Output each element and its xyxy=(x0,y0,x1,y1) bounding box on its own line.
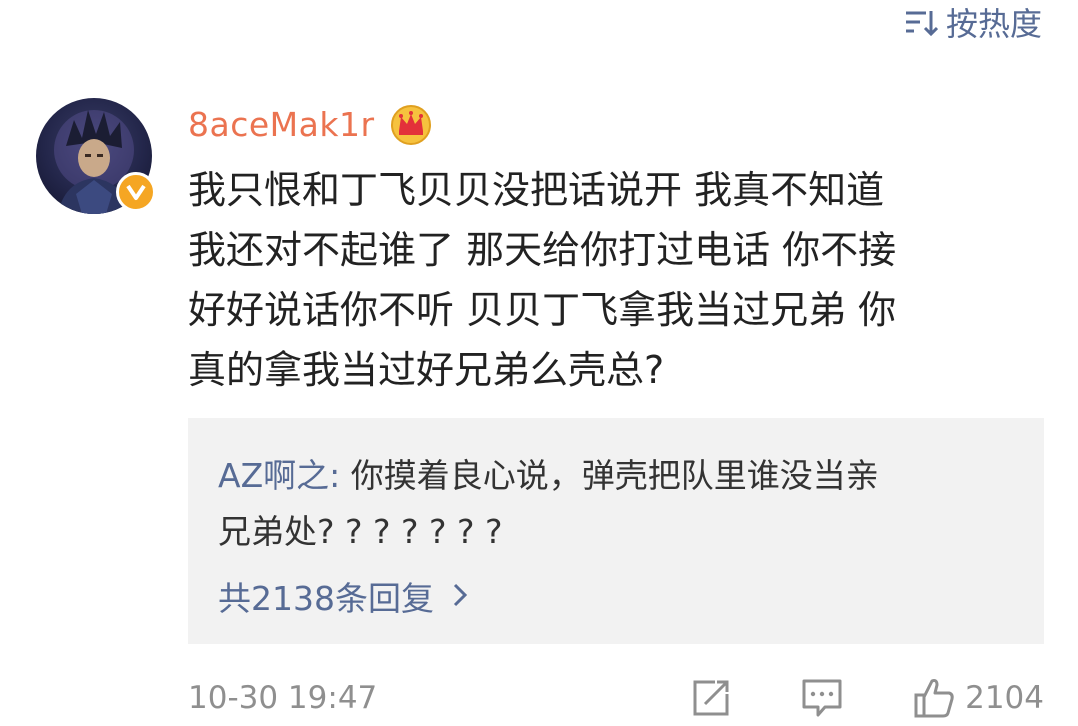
crown-icon[interactable] xyxy=(389,103,433,145)
comment-footer: 10-30 19:47 2104 xyxy=(188,670,1044,726)
sort-label: 按热度 xyxy=(945,5,1042,43)
reply-button[interactable] xyxy=(801,678,843,718)
thumbs-up-icon xyxy=(913,677,955,719)
reply-author[interactable]: AZ啊之: xyxy=(218,456,340,495)
verified-v-badge-icon xyxy=(116,172,156,212)
sort-by-popularity-button[interactable]: 按热度 xyxy=(904,0,1042,44)
share-icon xyxy=(691,678,731,718)
share-button[interactable] xyxy=(691,678,731,718)
comment-icon xyxy=(801,678,843,718)
reply-preview[interactable]: AZ啊之: 你摸着良心说，弹壳把队里谁没当亲 兄弟处? ? ? ? ? ? ? … xyxy=(188,418,1044,644)
comment-actions: 2104 xyxy=(691,677,1044,719)
timestamp: 10-30 19:47 xyxy=(188,680,378,716)
like-count: 2104 xyxy=(965,680,1044,716)
user-avatar-container[interactable] xyxy=(36,98,156,214)
view-all-replies-link[interactable]: 共2138条回复 xyxy=(218,568,468,624)
chevron-right-icon xyxy=(452,577,468,616)
comment-page: 按热度 8aceMak1r 我只恨和丁飞贝贝没把话说开 我真不知道 我还对不起谁… xyxy=(0,0,1078,726)
comment-header: 8aceMak1r xyxy=(188,98,433,150)
username[interactable]: 8aceMak1r xyxy=(188,105,375,144)
sort-icon xyxy=(904,7,938,37)
reply-count-label: 共2138条回复 xyxy=(218,579,434,618)
reply-item: AZ啊之: 你摸着良心说，弹壳把队里谁没当亲 兄弟处? ? ? ? ? ? ? xyxy=(218,448,1018,560)
like-button[interactable]: 2104 xyxy=(913,677,1044,719)
comment-text: 我只恨和丁飞贝贝没把话说开 我真不知道 我还对不起谁了 那天给你打过电话 你不接… xyxy=(188,168,897,392)
